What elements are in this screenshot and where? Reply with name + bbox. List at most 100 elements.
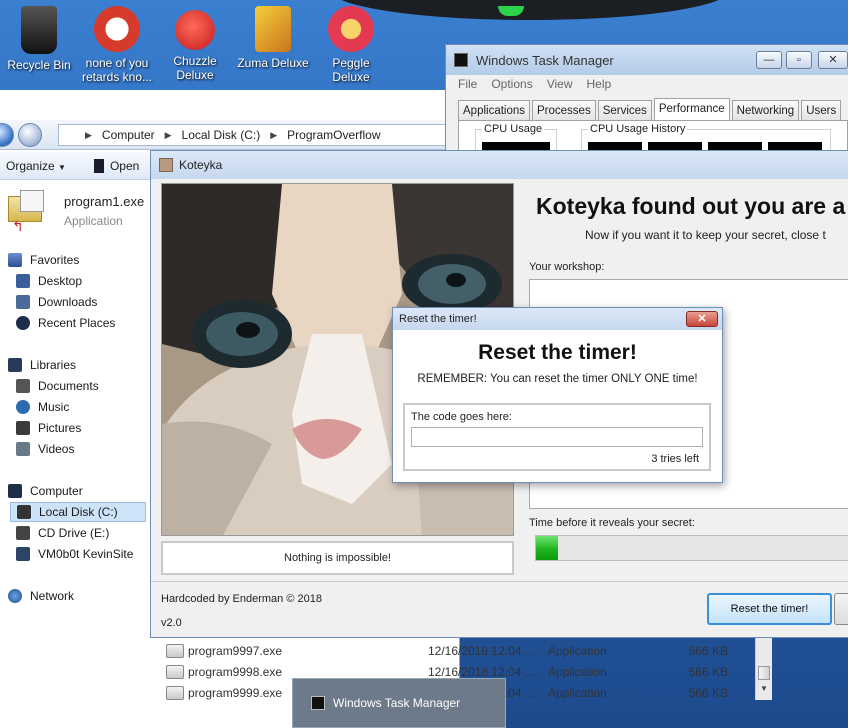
desktop-icon [16,274,30,288]
sidebar-item-pictures[interactable]: Pictures [16,418,81,438]
taskbar-preview-label: Windows Task Manager [333,696,461,710]
code-input[interactable] [411,427,703,447]
desktop-icon-recycle-bin[interactable]: Recycle Bin [0,6,78,72]
timer-progress-fill [536,536,558,560]
chevron-right-icon: ▶ [270,129,278,140]
sidebar-item-music[interactable]: Music [16,397,69,417]
tab-networking[interactable]: Networking [731,100,800,120]
chevron-down-icon: ▼ [58,162,66,172]
tab-services[interactable]: Services [597,100,652,120]
koteyka-subtitle: Now if you want it to keep your secret, … [585,228,826,242]
file-row[interactable]: program9997.exe 12/16/2018 12:04 ... App… [160,640,770,661]
koteyka-heading: Koteyka found out you are a [536,193,846,219]
app-icon [93,158,104,173]
sidebar-item-network-share[interactable]: VM0b0t KevinSite [16,544,133,564]
sidebar-label: Libraries [30,358,77,372]
desktop-icon-mystery-app[interactable]: none of you retards kno... [78,6,156,84]
cpu-usage-label: CPU Usage [482,123,545,135]
tab-processes[interactable]: Processes [532,100,596,120]
libraries-icon [8,358,22,372]
program-file-icon: ↰ [8,190,48,234]
recycle-bin-icon [21,6,57,54]
desktop-icon-peggle[interactable]: Peggle Deluxe [312,6,390,84]
sidebar-network[interactable]: Network [8,586,74,606]
sidebar-item-downloads[interactable]: Downloads [16,292,97,312]
computer-icon [8,484,22,498]
music-icon [16,400,30,414]
sidebar-item-videos[interactable]: Videos [16,439,74,459]
close-icon: ✕ [697,313,707,325]
file-type: Application [548,643,607,658]
open-label: Open [109,158,140,173]
close-button[interactable]: ✕ [818,51,848,69]
koteyka-titlebar[interactable]: Koteyka [151,151,848,179]
zuma-icon [255,6,291,52]
code-label: The code goes here: [411,411,512,423]
pictures-icon [16,421,30,435]
motto-label: Nothing is impossible! [161,541,514,575]
menu-file[interactable]: File [458,77,477,91]
dialog-heading: Reset the timer! [478,341,637,364]
sidebar-favorites[interactable]: Favorites [8,250,79,270]
breadcrumb-program-overflow[interactable]: ProgramOverflow [287,128,380,142]
close-button[interactable]: ✕ [686,311,718,327]
secondary-button[interactable] [834,593,848,625]
menu-view[interactable]: View [547,77,573,91]
file-list-scrollbar[interactable]: ▼ [755,638,772,700]
desktop-icon-label: none of you retards kno... [81,56,153,84]
sidebar-computer[interactable]: Computer [8,481,83,501]
scroll-down-arrow-icon[interactable]: ▼ [756,684,772,693]
organize-button[interactable]: Organize ▼ [6,159,66,173]
desktop-icon-label: Zuma Deluxe [237,56,309,70]
peggle-icon [328,6,374,52]
tries-left-label: 3 tries left [651,453,699,465]
tab-performance[interactable]: Performance [653,98,730,120]
selected-file-name: program1.exe [64,194,145,209]
sidebar-item-desktop[interactable]: Desktop [16,271,82,291]
minimize-button[interactable]: — [756,51,782,69]
maximize-button[interactable]: ▫ [786,51,812,69]
desktop-icon-chuzzle[interactable]: Chuzzle Deluxe [156,6,234,82]
documents-icon [16,379,30,393]
dialog-titlebar[interactable]: Reset the timer! ✕ [393,308,722,330]
sidebar-label: Pictures [38,421,82,435]
address-bar: ▶ Computer ▶ Local Disk (C:) ▶ ProgramOv… [0,120,460,150]
cat-icon [159,158,173,172]
menu-options[interactable]: Options [491,77,532,91]
breadcrumb-computer[interactable]: Computer [102,128,155,142]
sidebar-label: Videos [38,442,75,456]
menu-help[interactable]: Help [587,77,612,91]
taskbar-preview[interactable]: Windows Task Manager [292,678,506,728]
task-manager-tabs: Applications Processes Services Performa… [458,98,842,120]
tab-applications[interactable]: Applications [458,100,531,120]
breadcrumb-local-disk[interactable]: Local Disk (C:) [182,128,261,142]
file-name: program9997.exe [188,643,283,658]
chevron-right-icon: ▶ [164,129,172,140]
back-button[interactable] [0,123,14,147]
forward-button[interactable] [18,123,42,147]
tab-users[interactable]: Users [801,100,842,120]
star-icon [8,253,22,267]
sidebar-libraries[interactable]: Libraries [8,355,76,375]
desktop-icon-zuma[interactable]: Zuma Deluxe [234,6,312,70]
file-date: 12/16/2018 12:04 ... [428,664,535,679]
window-title: Koteyka [179,158,223,172]
sidebar-label: Computer [30,484,83,498]
sidebar-item-local-disk[interactable]: Local Disk (C:) [10,502,146,522]
desktop-icon-label: Chuzzle Deluxe [173,54,217,82]
breadcrumb[interactable]: ▶ Computer ▶ Local Disk (C:) ▶ ProgramOv… [58,124,458,146]
reset-timer-dialog: Reset the timer! ✕ Reset the timer! REME… [392,307,723,483]
videos-icon [16,442,30,456]
timer-progress-bar [535,535,848,561]
sidebar-item-cd-drive[interactable]: CD Drive (E:) [16,523,109,543]
open-button[interactable]: Open [93,158,140,173]
chevron-right-icon: ▶ [85,129,92,140]
divider [151,581,848,582]
sidebar-label: VM0b0t KevinSite [38,547,134,561]
sidebar-item-recent-places[interactable]: Recent Places [16,313,115,333]
window-title: Windows Task Manager [476,52,614,68]
scrollbar-thumb[interactable] [758,666,770,680]
version-label: v2.0 [161,617,182,629]
reset-timer-button[interactable]: Reset the timer! [707,593,832,625]
sidebar-item-documents[interactable]: Documents [16,376,99,396]
